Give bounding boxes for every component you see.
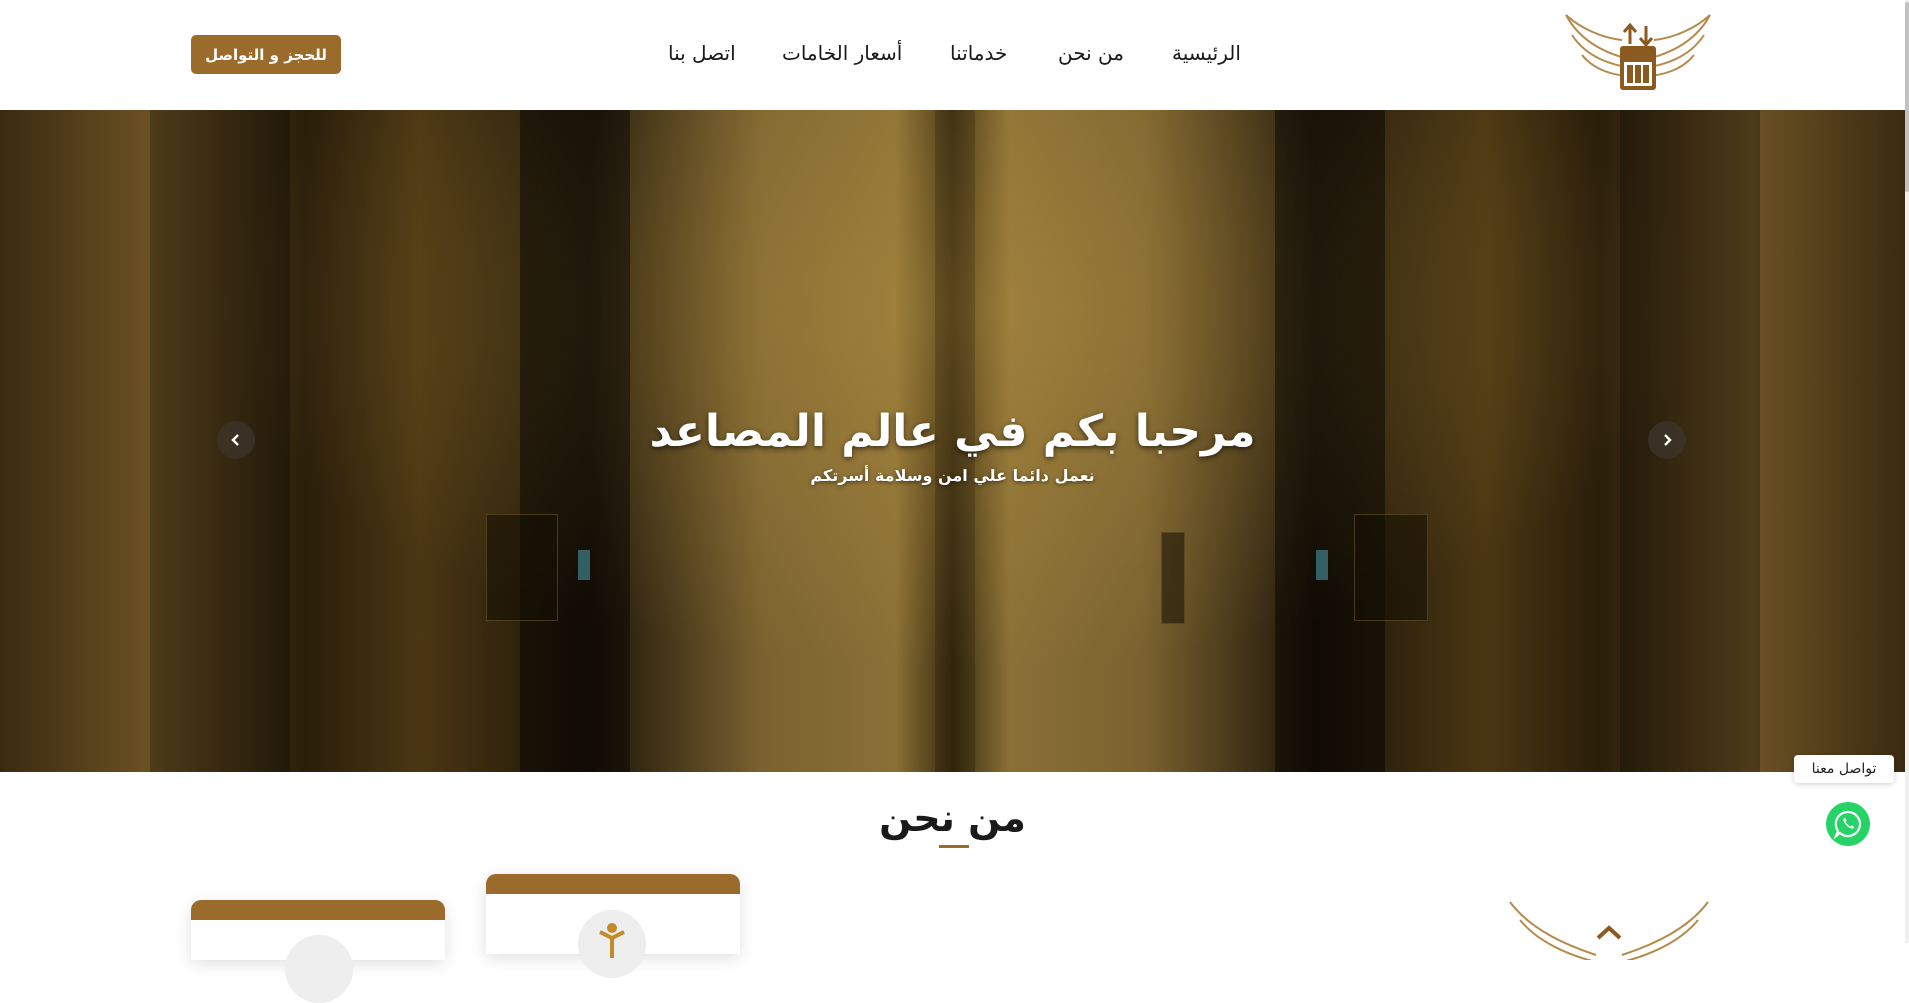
slider-next-button[interactable] bbox=[1648, 421, 1686, 459]
logo-wings-elevator-icon bbox=[1509, 901, 1709, 963]
hero-subtitle: نعمل دائما علي امن وسلامة أسرتكم bbox=[810, 466, 1095, 485]
card-icon bbox=[285, 935, 353, 1003]
whatsapp-label[interactable]: تواصل معنا bbox=[1794, 755, 1894, 783]
hero-slider: مرحبا بكم في عالم المصاعد نعمل دائما علي… bbox=[0, 110, 1905, 772]
about-logo bbox=[1506, 900, 1712, 963]
nav-item-home[interactable]: الرئيسية bbox=[1172, 41, 1241, 65]
elevator-control-panel bbox=[486, 514, 558, 621]
scrollbar-thumb[interactable] bbox=[1905, 2, 1909, 192]
nav-item-services[interactable]: خدماتنا bbox=[950, 41, 1007, 65]
whatsapp-button[interactable] bbox=[1826, 802, 1870, 846]
indicator-light bbox=[1316, 550, 1328, 580]
nav-item-about[interactable]: من نحن bbox=[1058, 41, 1124, 65]
card-header-bar bbox=[486, 874, 740, 894]
booking-contact-button[interactable]: للحجز و التواصل bbox=[191, 35, 341, 74]
card-icon bbox=[578, 910, 646, 978]
title-underline bbox=[939, 845, 969, 848]
elevator-call-button bbox=[1161, 532, 1185, 624]
site-header: الرئيسية من نحن خدماتنا أسعار الخامات ات… bbox=[0, 0, 1909, 110]
elevator-control-panel bbox=[1354, 514, 1428, 621]
whatsapp-icon bbox=[1833, 810, 1862, 839]
indicator-light bbox=[578, 550, 590, 580]
hero-title: مرحبا بكم في عالم المصاعد bbox=[649, 406, 1256, 457]
nav-item-material-prices[interactable]: أسعار الخامات bbox=[782, 41, 902, 65]
card-header-bar bbox=[191, 900, 445, 920]
slider-prev-button[interactable] bbox=[217, 421, 255, 459]
person-icon bbox=[599, 923, 625, 958]
chevron-right-icon bbox=[1664, 434, 1672, 446]
nav-item-contact[interactable]: اتصل بنا bbox=[668, 41, 736, 65]
page-scrollbar[interactable] bbox=[1905, 0, 1909, 943]
chevron-left-icon bbox=[231, 434, 239, 446]
about-section-title: من نحن bbox=[879, 796, 1026, 840]
